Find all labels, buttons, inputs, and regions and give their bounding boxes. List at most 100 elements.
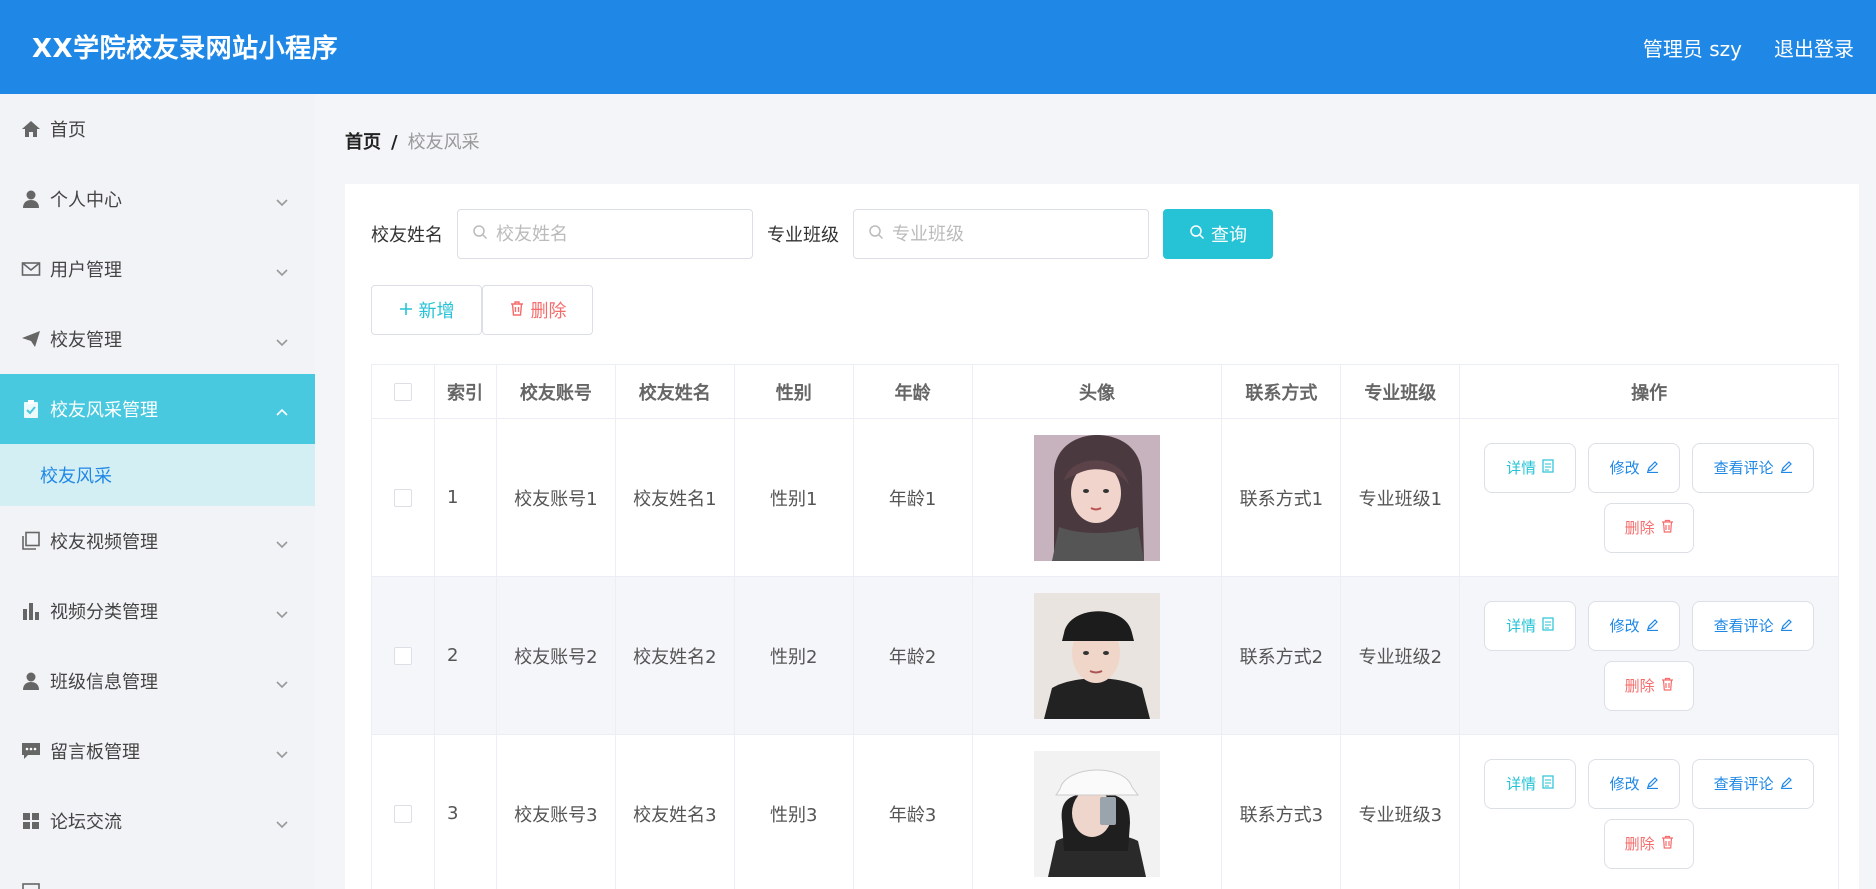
plus-icon bbox=[399, 300, 413, 321]
edit-button[interactable]: 修改 bbox=[1588, 758, 1681, 809]
column-header[interactable]: 专业班级 bbox=[1341, 365, 1461, 418]
sidebar-item-video-categories[interactable]: 视频分类管理 bbox=[0, 576, 315, 646]
sidebar-item-classes[interactable]: 班级信息管理 bbox=[0, 646, 315, 716]
cell-class: 专业班级3 bbox=[1341, 735, 1461, 889]
table-row: 3 校友账号3 校友姓名3 性别3 年龄3 联系方式3 专业班级3 详情 修改 … bbox=[372, 735, 1840, 889]
message-icon bbox=[20, 740, 42, 762]
pencil-icon bbox=[1780, 775, 1793, 793]
delete-button-label: 删除 bbox=[530, 301, 567, 322]
top-header: XX学院校友录网站小程序 管理员 szy 退出登录 bbox=[0, 0, 1876, 94]
class-search-field[interactable] bbox=[853, 209, 1149, 259]
row-select-cell bbox=[372, 735, 435, 889]
breadcrumb-current: 校友风采 bbox=[407, 132, 480, 153]
column-header[interactable]: 校友姓名 bbox=[616, 365, 735, 418]
row-select-cell bbox=[372, 419, 435, 576]
cell-gender: 性别2 bbox=[735, 577, 854, 734]
submenu-item-alumni-showcase[interactable]: 校友风采 bbox=[0, 444, 315, 506]
pencil-icon bbox=[1646, 775, 1659, 793]
view-comments-label: 查看评论 bbox=[1713, 459, 1774, 477]
detail-button[interactable]: 详情 bbox=[1484, 600, 1577, 651]
chevron-down-icon bbox=[275, 604, 289, 625]
detail-button[interactable]: 详情 bbox=[1484, 758, 1577, 809]
chevron-down-icon bbox=[275, 332, 289, 353]
sidebar-item-label: 用户管理 bbox=[50, 260, 122, 281]
sidebar-item-label: 留言板管理 bbox=[50, 742, 140, 763]
column-header[interactable]: 校友账号 bbox=[497, 365, 616, 418]
logout-link[interactable]: 退出登录 bbox=[1774, 33, 1854, 62]
edit-label: 修改 bbox=[1609, 775, 1640, 793]
avatar[interactable] bbox=[1034, 592, 1161, 719]
cell-contact: 联系方式3 bbox=[1222, 735, 1342, 889]
sidebar-item-label: 班级信息管理 bbox=[50, 672, 158, 693]
select-all-cell bbox=[372, 365, 435, 418]
name-search-field[interactable] bbox=[457, 209, 753, 259]
row-checkbox[interactable] bbox=[393, 804, 412, 823]
chevron-up-icon bbox=[275, 402, 289, 423]
view-comments-button[interactable]: 查看评论 bbox=[1692, 758, 1815, 809]
select-all-checkbox[interactable] bbox=[393, 382, 412, 401]
sidebar-item-alumni-showcase[interactable]: 校友风采管理 bbox=[0, 374, 315, 444]
document-icon bbox=[1542, 458, 1554, 477]
query-button[interactable]: 查询 bbox=[1163, 209, 1273, 259]
avatar[interactable] bbox=[1034, 750, 1161, 877]
chevron-down-icon bbox=[275, 262, 289, 283]
cell-avatar bbox=[973, 735, 1223, 889]
avatar[interactable] bbox=[1034, 434, 1161, 561]
edit-button[interactable]: 修改 bbox=[1588, 442, 1681, 493]
row-delete-button[interactable]: 删除 bbox=[1604, 660, 1695, 711]
cell-avatar bbox=[973, 419, 1223, 576]
trash-icon bbox=[1661, 835, 1674, 853]
row-delete-button[interactable]: 删除 bbox=[1604, 502, 1695, 553]
column-header[interactable]: 性别 bbox=[735, 365, 854, 418]
row-checkbox[interactable] bbox=[393, 646, 412, 665]
detail-button[interactable]: 详情 bbox=[1484, 442, 1577, 493]
search-bar: 校友姓名 专业班级 查询 bbox=[371, 209, 1273, 259]
view-comments-button[interactable]: 查看评论 bbox=[1692, 600, 1815, 651]
sidebar-item-users[interactable]: 用户管理 bbox=[0, 234, 315, 304]
app-title: XX学院校友录网站小程序 bbox=[32, 34, 339, 64]
column-header[interactable]: 头像 bbox=[973, 365, 1223, 418]
cell-name: 校友姓名1 bbox=[616, 419, 735, 576]
row-select-cell bbox=[372, 577, 435, 734]
batch-delete-button[interactable]: 删除 bbox=[482, 285, 593, 335]
sidebar-item-label: 论坛交流 bbox=[50, 812, 122, 833]
user-icon bbox=[20, 188, 42, 210]
name-search-input[interactable] bbox=[496, 223, 736, 245]
sidebar-item-label: 校友管理 bbox=[50, 330, 122, 351]
sidebar-item-profile[interactable]: 个人中心 bbox=[0, 164, 315, 234]
cell-name: 校友姓名3 bbox=[616, 735, 735, 889]
view-comments-button[interactable]: 查看评论 bbox=[1692, 442, 1815, 493]
chevron-down-icon bbox=[275, 814, 289, 835]
pencil-icon bbox=[1646, 459, 1659, 477]
sidebar-item-home[interactable]: 首页 bbox=[0, 94, 315, 164]
sidebar-item-forum[interactable]: 论坛交流 bbox=[0, 786, 315, 856]
chevron-down-icon bbox=[275, 192, 289, 213]
sidebar: 首页 个人中心 用户管理 校友管理 校友风采管理 校友风采 校友视频管理 视频分… bbox=[0, 94, 315, 889]
pencil-icon bbox=[1780, 617, 1793, 635]
breadcrumb-home[interactable]: 首页 bbox=[345, 132, 381, 153]
table-row: 2 校友账号2 校友姓名2 性别2 年龄2 联系方式2 专业班级2 详情 修改 … bbox=[372, 577, 1840, 735]
column-header[interactable]: 年龄 bbox=[854, 365, 973, 418]
sidebar-item-message-board[interactable]: 留言板管理 bbox=[0, 716, 315, 786]
sidebar-item-videos[interactable]: 校友视频管理 bbox=[0, 506, 315, 576]
column-header[interactable]: 联系方式 bbox=[1222, 365, 1342, 418]
edit-label: 修改 bbox=[1609, 459, 1640, 477]
row-delete-button[interactable]: 删除 bbox=[1604, 818, 1695, 869]
class-search-input[interactable] bbox=[892, 223, 1132, 245]
search-icon bbox=[472, 224, 488, 244]
row-checkbox[interactable] bbox=[393, 488, 412, 507]
cell-class: 专业班级2 bbox=[1341, 577, 1461, 734]
table-row: 1 校友账号1 校友姓名1 性别1 年龄1 联系方式1 专业班级1 详情 修改 … bbox=[372, 419, 1840, 577]
add-button[interactable]: 新增 bbox=[371, 285, 482, 335]
bar-chart-icon bbox=[20, 600, 42, 622]
pencil-icon bbox=[1780, 459, 1793, 477]
sidebar-item-system[interactable] bbox=[0, 856, 315, 889]
user-icon bbox=[20, 670, 42, 692]
row-delete-label: 删除 bbox=[1624, 677, 1655, 695]
edit-button[interactable]: 修改 bbox=[1588, 600, 1681, 651]
column-header[interactable]: 索引 bbox=[435, 365, 497, 418]
edit-label: 修改 bbox=[1609, 617, 1640, 635]
chevron-down-icon bbox=[275, 534, 289, 555]
sidebar-item-alumni[interactable]: 校友管理 bbox=[0, 304, 315, 374]
cell-account: 校友账号1 bbox=[497, 419, 616, 576]
